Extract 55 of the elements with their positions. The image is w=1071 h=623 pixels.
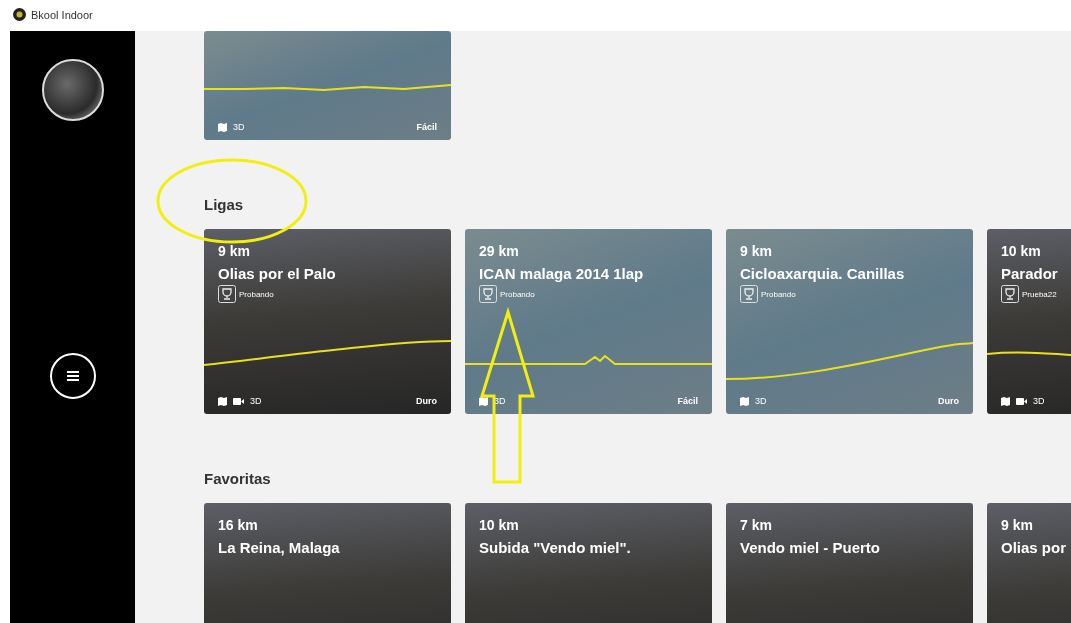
route-name: Cicloaxarquia. Canillas: [740, 265, 906, 282]
menu-button[interactable]: [49, 353, 96, 399]
mode-label: 3D: [233, 122, 245, 132]
trophy-icon: [479, 285, 497, 303]
route-name: La Reina, Malaga: [218, 539, 341, 556]
section-heading: Favoritas: [204, 469, 271, 489]
route-distance: 7 km: [740, 517, 773, 533]
route-card[interactable]: 9 km Olias por el Palo Probando 3D Duro: [204, 229, 451, 414]
map-icon: [740, 396, 749, 406]
route-card[interactable]: 7 km Vendo miel - Puerto: [726, 503, 973, 623]
difficulty-label: Fácil: [677, 396, 698, 406]
route-card[interactable]: 29 km ICAN malaga 2014 1lap Probando 3D Fácil: [465, 229, 712, 414]
route-card[interactable]: 9 km Cicloaxarquia. Canillas Probando 3D Duro: [726, 229, 973, 414]
mode-label: 3D: [494, 396, 506, 406]
route-card[interactable]: 9 km Olias por: [987, 503, 1071, 623]
route-distance: 9 km: [740, 243, 773, 259]
app-logo-icon: [13, 8, 26, 21]
map-icon: [1001, 396, 1010, 406]
video-icon: [233, 397, 244, 405]
window-title: Bkool Indoor: [31, 8, 93, 21]
mode-label: 3D: [250, 396, 262, 406]
route-card[interactable]: 10 km Parador Prueba22 3D: [987, 229, 1071, 414]
trophy-icon: [1001, 285, 1019, 303]
menu-icon: [66, 371, 79, 381]
league-name: Prueba22: [1022, 289, 1057, 299]
route-distance: 9 km: [218, 243, 251, 259]
map-icon: [218, 122, 227, 132]
route-name: Subida "Vendo miel".: [479, 539, 632, 556]
route-name: Parador: [1001, 265, 1059, 282]
route-card[interactable]: 3D Fácil: [204, 31, 451, 140]
league-name: Probando: [761, 289, 796, 299]
trophy-icon: [218, 285, 236, 303]
map-icon: [218, 396, 227, 406]
trophy-icon: [740, 285, 758, 303]
route-name: Olias por: [1001, 539, 1068, 556]
route-card[interactable]: 16 km La Reina, Malaga: [204, 503, 451, 623]
route-name: ICAN malaga 2014 1lap: [479, 265, 645, 282]
map-icon: [479, 396, 488, 406]
route-card[interactable]: 10 km Subida "Vendo miel".: [465, 503, 712, 623]
section-heading: Ligas: [204, 195, 244, 215]
route-distance: 16 km: [218, 517, 259, 533]
mode-label: 3D: [755, 396, 767, 406]
route-name: Vendo miel - Puerto: [740, 539, 882, 556]
mode-label: 3D: [1033, 396, 1045, 406]
video-icon: [1016, 397, 1027, 405]
difficulty-label: Duro: [416, 396, 437, 406]
route-distance: 29 km: [479, 243, 520, 259]
difficulty-label: Fácil: [416, 122, 437, 132]
route-distance: 9 km: [1001, 517, 1034, 533]
league-name: Probando: [500, 289, 535, 299]
league-name: Probando: [239, 289, 274, 299]
route-name: Olias por el Palo: [218, 265, 337, 282]
route-distance: 10 km: [1001, 243, 1042, 259]
difficulty-label: Duro: [938, 396, 959, 406]
route-distance: 10 km: [479, 517, 520, 533]
